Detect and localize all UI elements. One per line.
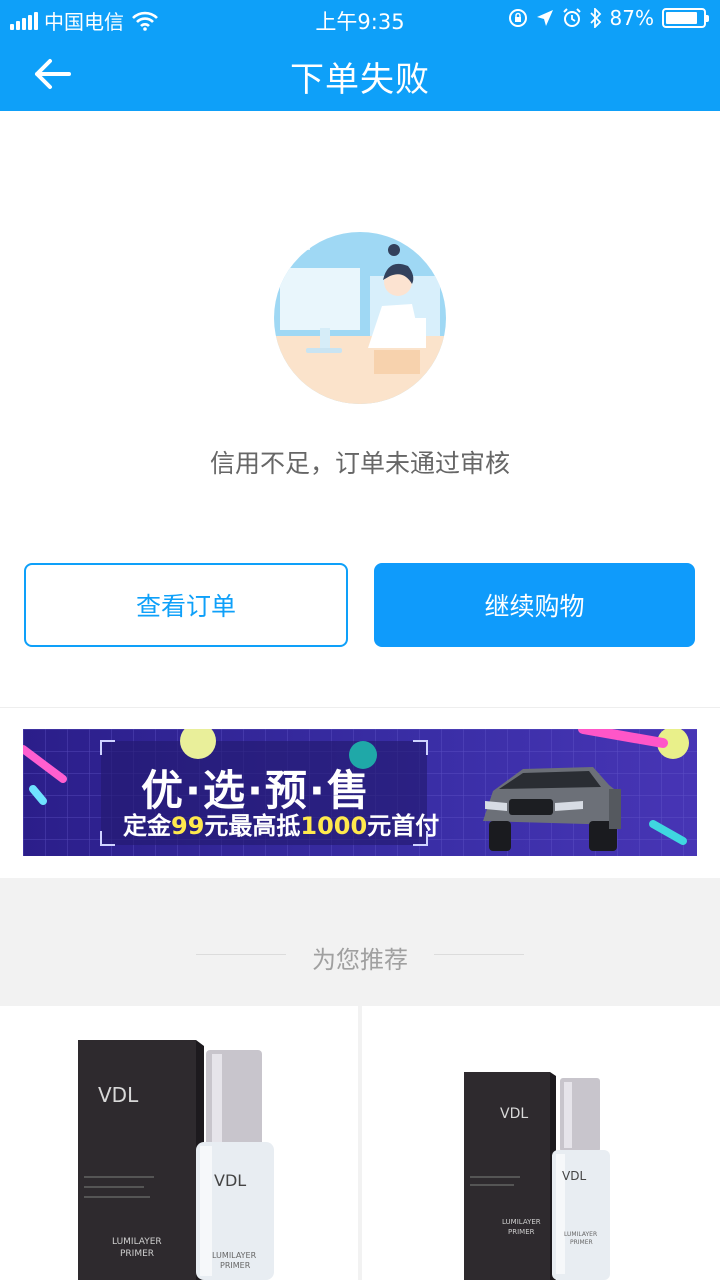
order-failed-illustration [274,232,446,404]
rotation-lock-icon [508,9,527,27]
presale-banner[interactable]: 优·选·预·售 定金99元最高抵1000元首付 [23,729,697,856]
product-card[interactable]: VDL LUMILAYER PRIMER VDL LUMILAYER PRIME… [362,1006,720,1280]
product-grid: VDL LUMILAYER PRIMER VDL LUMILAYER PRIME… [0,1006,720,1280]
bluetooth-icon [589,8,601,28]
svg-text:PRIMER: PRIMER [508,1228,535,1236]
status-right: 87% [508,6,709,30]
svg-text:PRIMER: PRIMER [570,1239,593,1246]
banner-sub-middle: 元最高抵 [204,812,301,840]
alarm-icon [562,8,581,27]
banner-subtitle: 定金99元最高抵1000元首付 [123,806,439,841]
battery-percent: 87% [609,6,654,30]
banner-max: 1000 [300,812,368,840]
svg-text:VDL: VDL [562,1169,586,1183]
banner-deposit: 99 [171,812,205,840]
svg-text:PRIMER: PRIMER [120,1249,154,1259]
product-image: VDL LUMILAYER PRIMER VDL LUMILAYER PRIME… [78,1040,274,1280]
svg-text:VDL: VDL [214,1171,246,1190]
location-icon [536,10,553,26]
view-order-button[interactable]: 查看订单 [24,563,348,647]
svg-text:VDL: VDL [500,1106,528,1122]
svg-text:LUMILAYER: LUMILAYER [502,1218,541,1226]
svg-text:LUMILAYER: LUMILAYER [564,1231,597,1238]
divider [0,707,720,708]
recommend-line-right [434,954,524,955]
banner-sub-suffix: 元首付 [367,812,440,840]
status-bar: 中国电信 上午9:35 87% [0,0,720,38]
battery-fill [666,12,698,24]
svg-text:VDL: VDL [98,1083,139,1107]
nav-bar: 下单失败 [0,38,720,111]
battery-icon [662,8,709,28]
product-card[interactable]: VDL LUMILAYER PRIMER VDL LUMILAYER PRIME… [0,1006,358,1280]
banner-sub-prefix: 定金 [123,812,171,840]
recommend-title: 为您推荐 [312,946,408,974]
continue-shopping-button[interactable]: 继续购物 [374,563,695,647]
header: 中国电信 上午9:35 87% 下单失败 [0,0,720,111]
svg-text:LUMILAYER: LUMILAYER [212,1251,257,1260]
svg-text:PRIMER: PRIMER [220,1261,251,1270]
recommend-section: 为您推荐 [0,878,720,1006]
page-title: 下单失败 [290,60,430,100]
failure-message: 信用不足，订单未通过审核 [209,449,510,478]
svg-text:LUMILAYER: LUMILAYER [112,1237,162,1247]
product-image: VDL LUMILAYER PRIMER VDL LUMILAYER PRIME… [464,1072,610,1280]
